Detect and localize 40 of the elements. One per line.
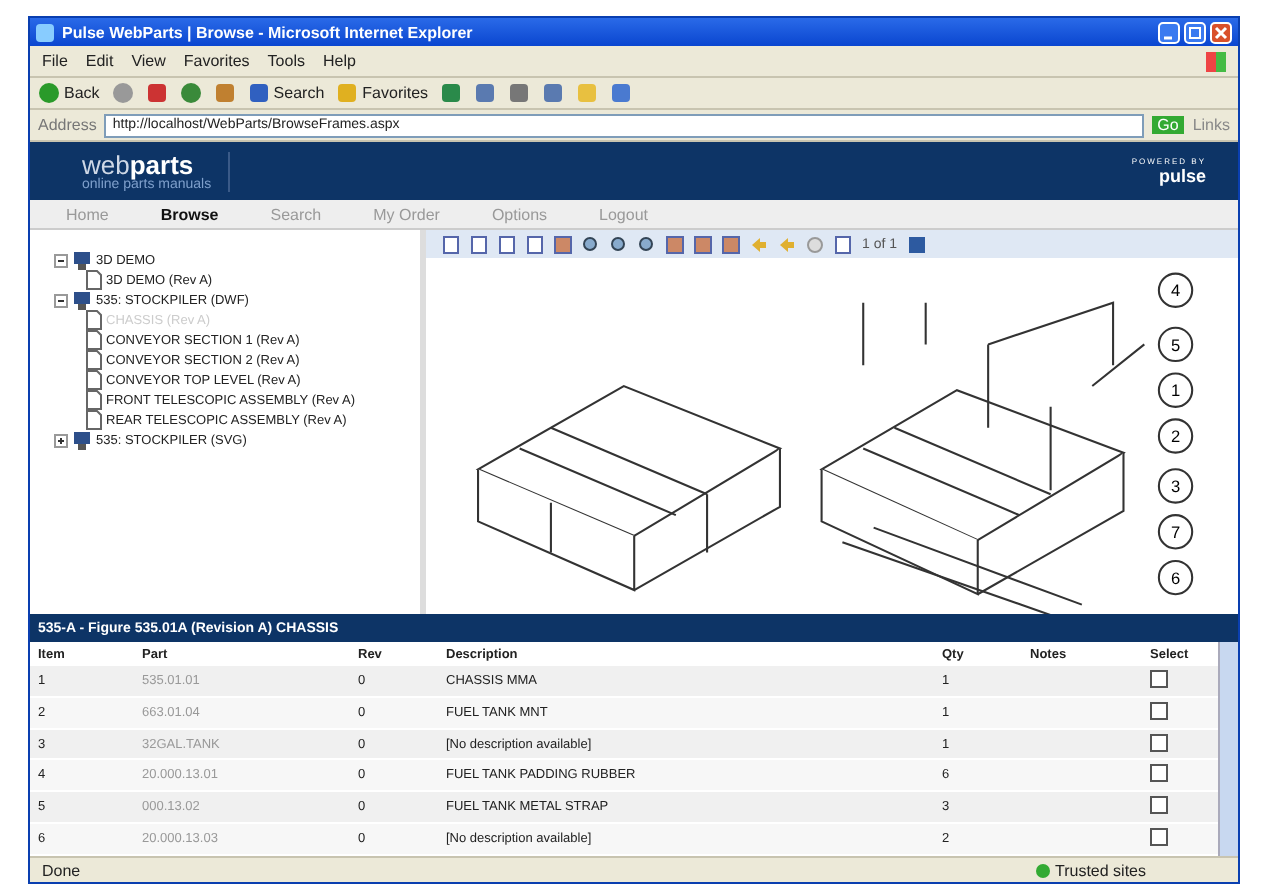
callout-balloon: 6 <box>1157 559 1194 596</box>
favorites-button[interactable]: Favorites <box>336 82 429 104</box>
expand-toggle[interactable] <box>54 253 68 267</box>
logo-text: webparts <box>82 151 194 177</box>
expand-toggle[interactable] <box>54 433 68 447</box>
status-text: Done <box>42 861 81 879</box>
select-checkbox[interactable] <box>1150 669 1168 688</box>
page-icon[interactable] <box>834 235 852 253</box>
menu-item[interactable]: Favorites <box>183 52 250 70</box>
window-title: Pulse WebParts | Browse - Microsoft Internet Explorer <box>62 23 475 41</box>
select-checkbox[interactable] <box>1150 828 1168 847</box>
search-button[interactable]: Search <box>247 82 325 104</box>
select-checkbox[interactable] <box>1150 733 1168 752</box>
select-checkbox[interactable] <box>1150 764 1168 783</box>
security-zone: Trusted sites <box>1035 861 1226 879</box>
callout-balloon: 1 <box>1157 372 1194 408</box>
menu-item[interactable]: File <box>42 52 68 70</box>
menu-item[interactable]: Edit <box>85 52 114 70</box>
computer-icon <box>72 251 92 269</box>
menu-item[interactable]: View <box>131 52 166 70</box>
scrollbar[interactable] <box>1218 642 1238 856</box>
back-button[interactable]: Back <box>38 82 100 104</box>
computer-icon <box>72 291 92 309</box>
select-checkbox[interactable] <box>1150 701 1168 720</box>
menu-item[interactable]: Help <box>322 52 356 70</box>
brand-logo-text: pulse <box>1158 166 1206 186</box>
minimize-button[interactable] <box>1158 21 1180 43</box>
address-label: Address <box>38 116 97 134</box>
nav-tab[interactable]: Browse <box>160 205 219 223</box>
callout-balloon: 7 <box>1157 514 1194 550</box>
callout-balloon: 5 <box>1157 326 1194 363</box>
callout-balloon: 3 <box>1157 468 1194 504</box>
menu-item[interactable]: Tools <box>267 52 305 70</box>
close-button[interactable] <box>1210 21 1232 43</box>
expand-toggle[interactable] <box>54 293 68 307</box>
maximize-button[interactable] <box>1184 21 1206 43</box>
select-checkbox[interactable] <box>1150 796 1168 815</box>
callout-balloon: 2 <box>1157 418 1194 454</box>
computer-icon <box>72 431 92 449</box>
callout-balloon: 4 <box>1157 272 1194 308</box>
